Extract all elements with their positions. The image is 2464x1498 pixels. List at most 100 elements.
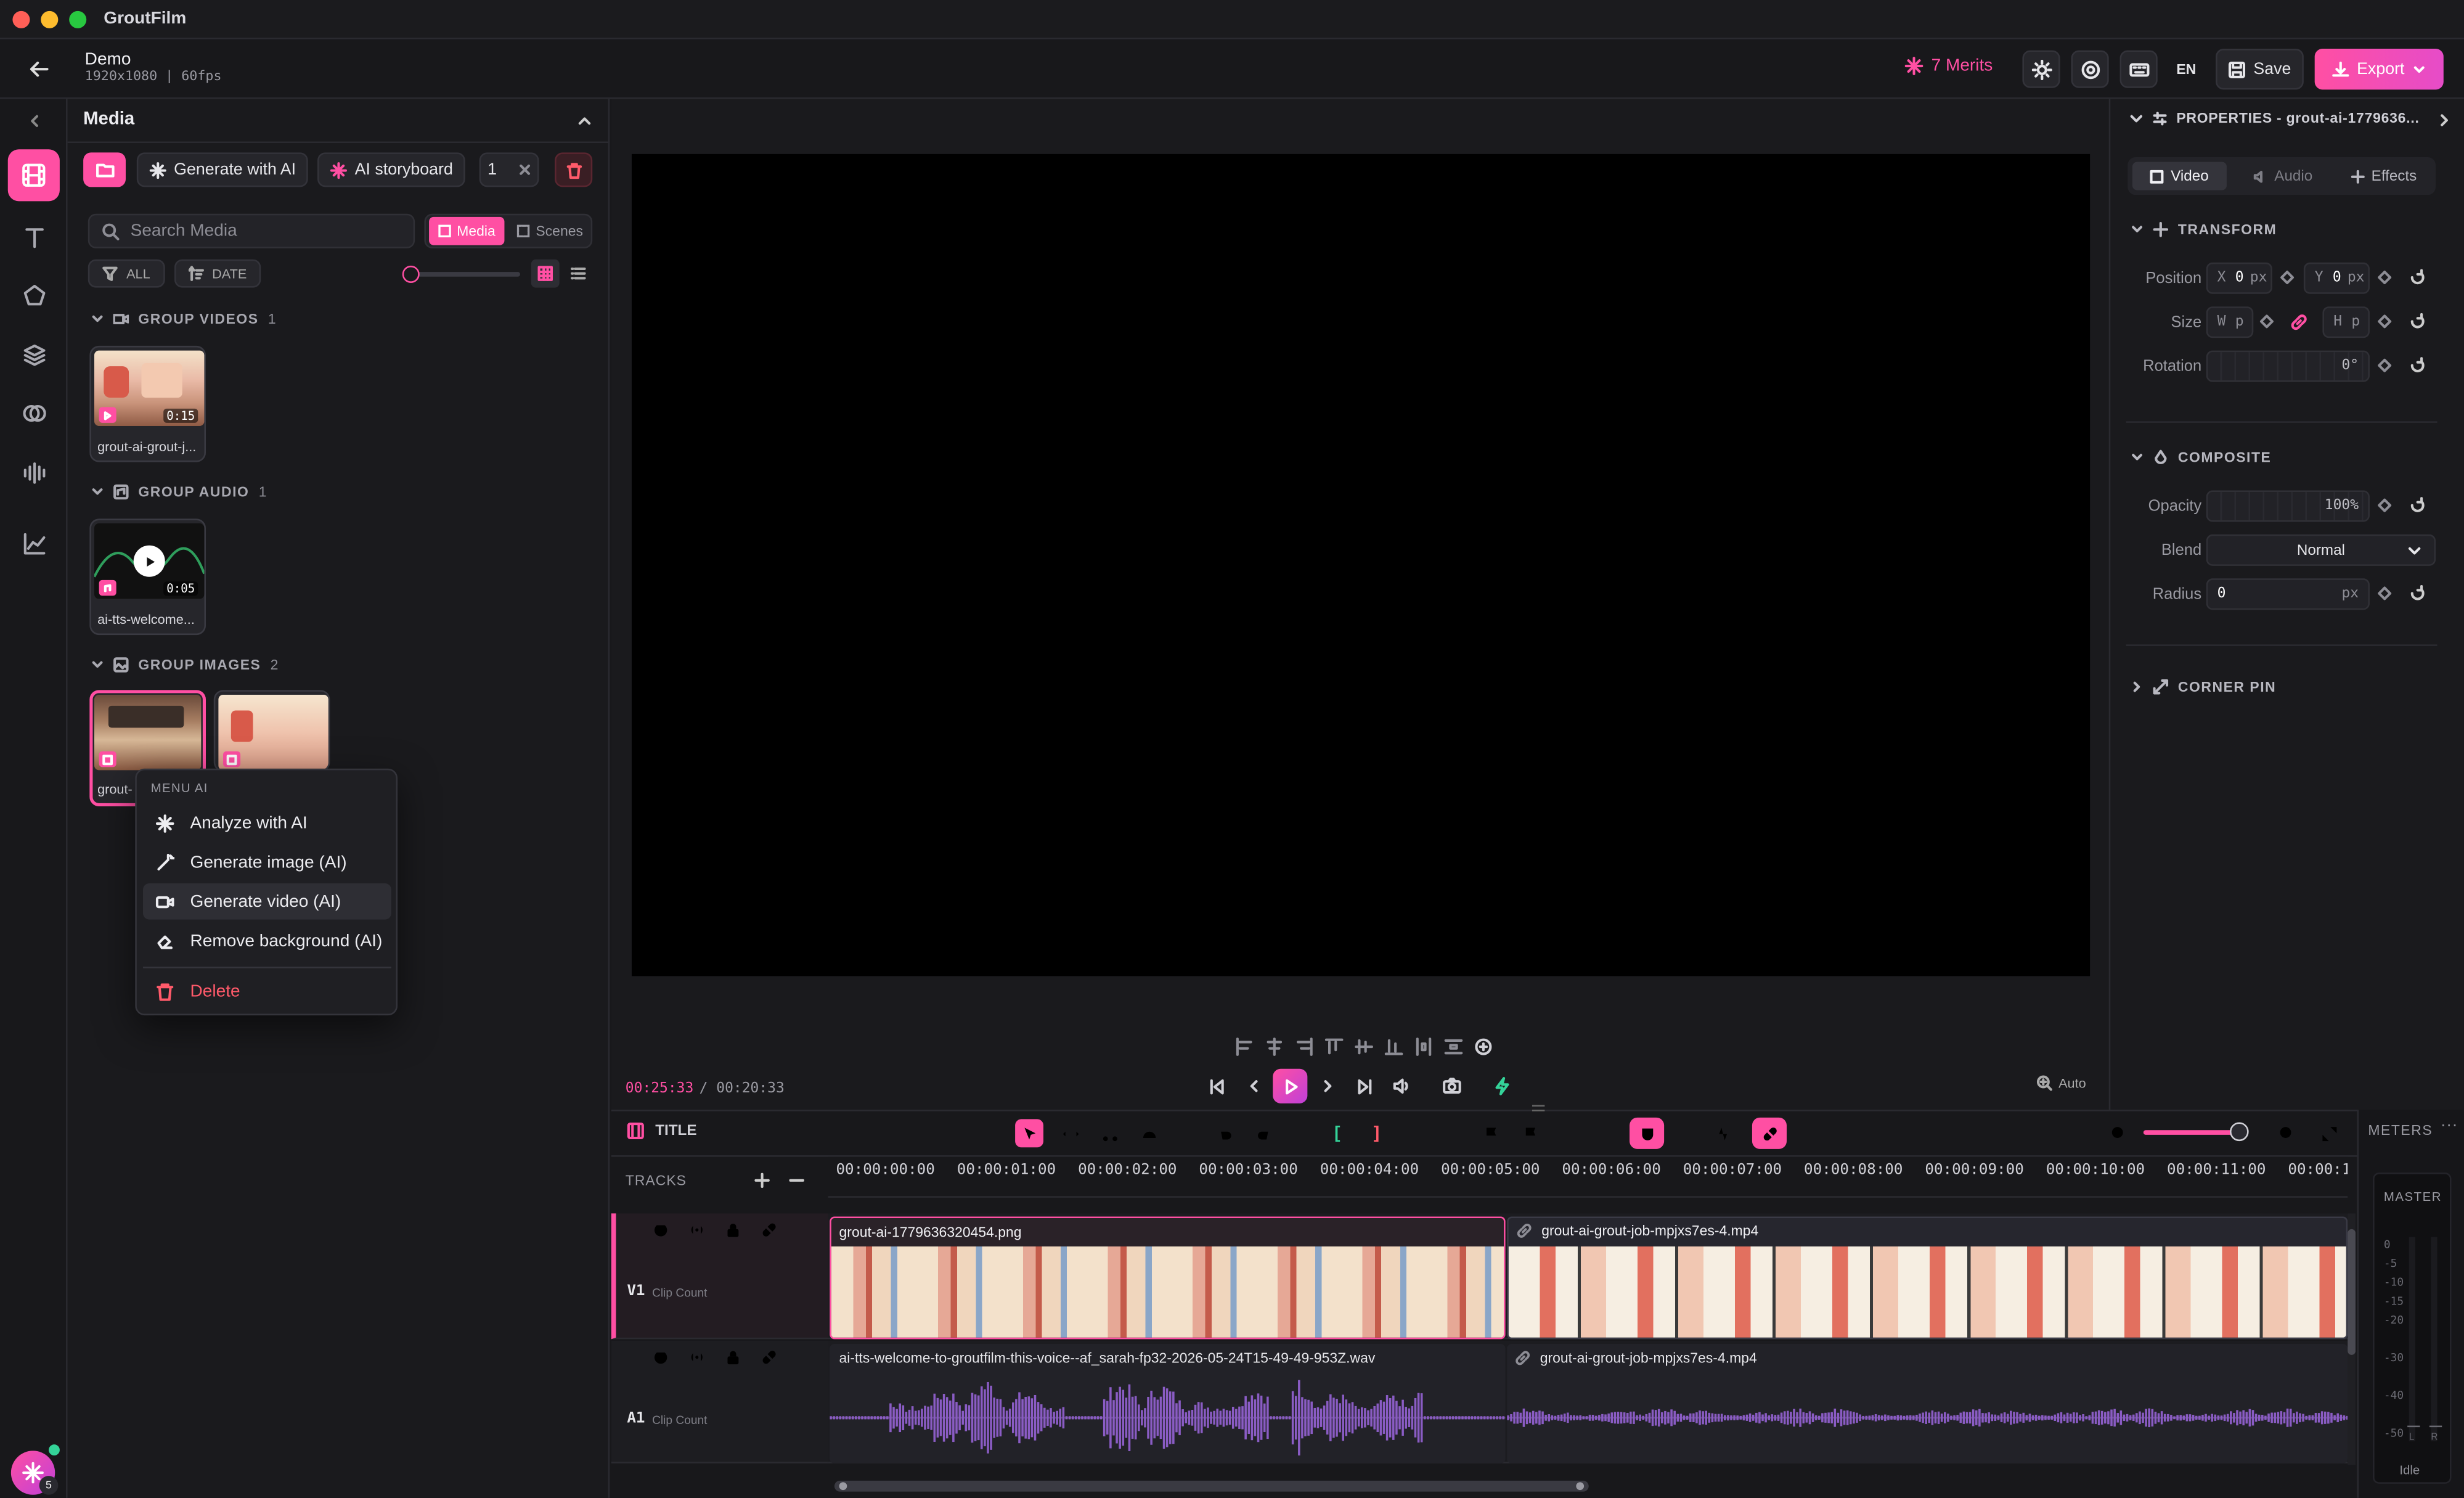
link-icon[interactable] [756, 1216, 781, 1242]
selection-counter[interactable]: 1 [479, 152, 539, 187]
magnet-snap-button[interactable] [1630, 1117, 1665, 1149]
drag-handle-icon[interactable] [618, 1344, 643, 1369]
keyboard-button[interactable] [2119, 50, 2158, 88]
media-tool-button[interactable] [7, 149, 60, 202]
menu-item-generate-image[interactable]: Generate image (AI) [143, 844, 391, 880]
power-icon[interactable] [647, 1216, 672, 1242]
power-icon[interactable] [647, 1344, 672, 1369]
group-audio-header[interactable]: GROUP AUDIO 1 [91, 484, 267, 500]
resize-handle[interactable] [1532, 1105, 1545, 1111]
broadcast-icon[interactable] [683, 1344, 709, 1369]
close-icon[interactable] [518, 163, 531, 176]
remove-marker-button[interactable] [1516, 1119, 1544, 1147]
filter-all-button[interactable]: ALL [88, 259, 165, 288]
tab-scenes[interactable]: Scenes [512, 217, 587, 245]
open-folder-button[interactable] [83, 152, 126, 187]
clip-audio-a1[interactable]: ai-tts-welcome-to-groutfilm-this-voice--… [830, 1343, 1506, 1463]
align-center-v-icon[interactable] [1348, 1036, 1378, 1058]
save-button[interactable]: Save [2216, 49, 2304, 90]
move-icon[interactable] [792, 1216, 817, 1242]
merits-badge[interactable]: 7 Merits [1904, 57, 1993, 75]
keyframe-icon[interactable] [2259, 314, 2274, 329]
menu-item-remove-background[interactable]: Remove background (AI) [143, 923, 391, 959]
corner-pin-section-header[interactable]: CORNER PIN [2131, 679, 2276, 695]
broadcast-icon[interactable] [683, 1216, 709, 1242]
blend-select[interactable]: Normal [2206, 534, 2436, 566]
add-marker-button[interactable] [1477, 1119, 1506, 1147]
lock-icon[interactable] [720, 1344, 745, 1369]
reset-icon[interactable] [2409, 497, 2426, 514]
close-window-button[interactable] [12, 10, 30, 28]
keyframe-icon[interactable] [2378, 314, 2392, 329]
size-w-field[interactable]: W p [2206, 306, 2254, 338]
ripple-tool-button[interactable] [1056, 1119, 1084, 1147]
effects-tool-button[interactable] [19, 398, 51, 429]
distribute-h-icon[interactable] [1408, 1036, 1438, 1058]
align-bottom-icon[interactable] [1378, 1036, 1408, 1058]
size-h-field[interactable]: H p [2322, 306, 2370, 338]
collapse-rail-button[interactable] [22, 108, 47, 134]
timeline-zoom-slider[interactable] [2143, 1130, 2241, 1135]
snapshot-button[interactable] [1440, 1073, 1465, 1099]
align-top-icon[interactable] [1318, 1036, 1348, 1058]
expand-properties-button[interactable] [2433, 108, 2455, 131]
group-images-header[interactable]: GROUP IMAGES 2 [91, 657, 279, 673]
clear-marks-button[interactable] [1403, 1119, 1432, 1147]
opacity-field[interactable]: 100% [2206, 490, 2370, 522]
clip-video-v1[interactable]: grout-ai-grout-job-mpjxs7es-4.mp4 [1507, 1216, 2348, 1340]
tab-audio[interactable]: Audio [2236, 162, 2330, 190]
rotation-field[interactable]: 0° [2206, 350, 2370, 382]
audio-tool-button[interactable] [19, 457, 51, 489]
play-icon[interactable] [133, 545, 165, 577]
reset-icon[interactable] [2409, 269, 2426, 286]
link-icon[interactable] [2290, 313, 2309, 332]
keyframe-icon[interactable] [2280, 271, 2295, 285]
language-button[interactable]: EN [2176, 61, 2196, 76]
align-left-icon[interactable] [1229, 1036, 1259, 1058]
media-item-image[interactable] [213, 690, 330, 772]
timeline-vscroll[interactable] [2348, 1213, 2356, 1465]
filter-date-button[interactable]: DATE [174, 259, 261, 288]
zoom-auto-button[interactable]: Auto [2036, 1075, 2086, 1091]
slider-knob[interactable] [402, 265, 420, 283]
theme-toggle-button[interactable] [2022, 50, 2060, 88]
fit-timeline-button[interactable] [2315, 1119, 2343, 1147]
position-y-field[interactable]: Y 0 px [2303, 262, 2370, 294]
reset-icon[interactable] [2409, 357, 2426, 374]
text-tool-button[interactable] [19, 222, 51, 253]
collapse-media-button[interactable] [572, 108, 597, 134]
menu-item-analyze[interactable]: Analyze with AI [143, 804, 391, 841]
generate-with-ai-button[interactable]: Generate with AI [136, 152, 308, 187]
mark-in-button[interactable]: [ [1323, 1119, 1352, 1147]
step-back-button[interactable] [1241, 1073, 1267, 1099]
keyframe-icon[interactable] [2378, 271, 2392, 285]
align-right-icon[interactable] [1289, 1036, 1318, 1058]
tab-media[interactable]: Media [429, 216, 505, 245]
redo-button[interactable] [1249, 1119, 1278, 1147]
skip-end-button[interactable] [1352, 1073, 1377, 1099]
keyframe-icon[interactable] [2378, 586, 2392, 600]
keyframe-icon[interactable] [2378, 358, 2392, 372]
step-forward-button[interactable] [1315, 1073, 1340, 1099]
layers-tool-button[interactable] [19, 340, 51, 371]
delete-selection-button[interactable] [555, 152, 593, 187]
link-clips-button[interactable] [1752, 1117, 1787, 1149]
play-button[interactable] [1273, 1068, 1308, 1103]
undo-button[interactable] [1210, 1119, 1238, 1147]
settings-button[interactable] [2071, 50, 2109, 88]
performance-button[interactable] [1490, 1073, 1515, 1099]
distribute-v-icon[interactable] [1438, 1036, 1467, 1058]
lock-icon[interactable] [720, 1216, 745, 1242]
grid-view-button[interactable] [531, 259, 560, 288]
clip-audio-linked-a1[interactable]: grout-ai-grout-job-mpjxs7es-4.mp4 [1507, 1343, 2348, 1463]
export-button[interactable]: Export [2314, 49, 2444, 90]
volume-button[interactable] [1389, 1073, 1414, 1099]
keyframe-icon[interactable] [2378, 498, 2392, 512]
maximize-window-button[interactable] [69, 10, 87, 28]
waveform-toggle-button[interactable] [1708, 1119, 1737, 1147]
media-item-audio[interactable]: 0:05 ai-tts-welcome... [89, 518, 206, 636]
snap-icon[interactable] [1467, 1036, 1497, 1058]
menu-item-delete[interactable]: Delete [143, 973, 391, 1009]
speed-tool-button[interactable] [1135, 1119, 1163, 1147]
clear-markers-button[interactable] [1557, 1119, 1586, 1147]
